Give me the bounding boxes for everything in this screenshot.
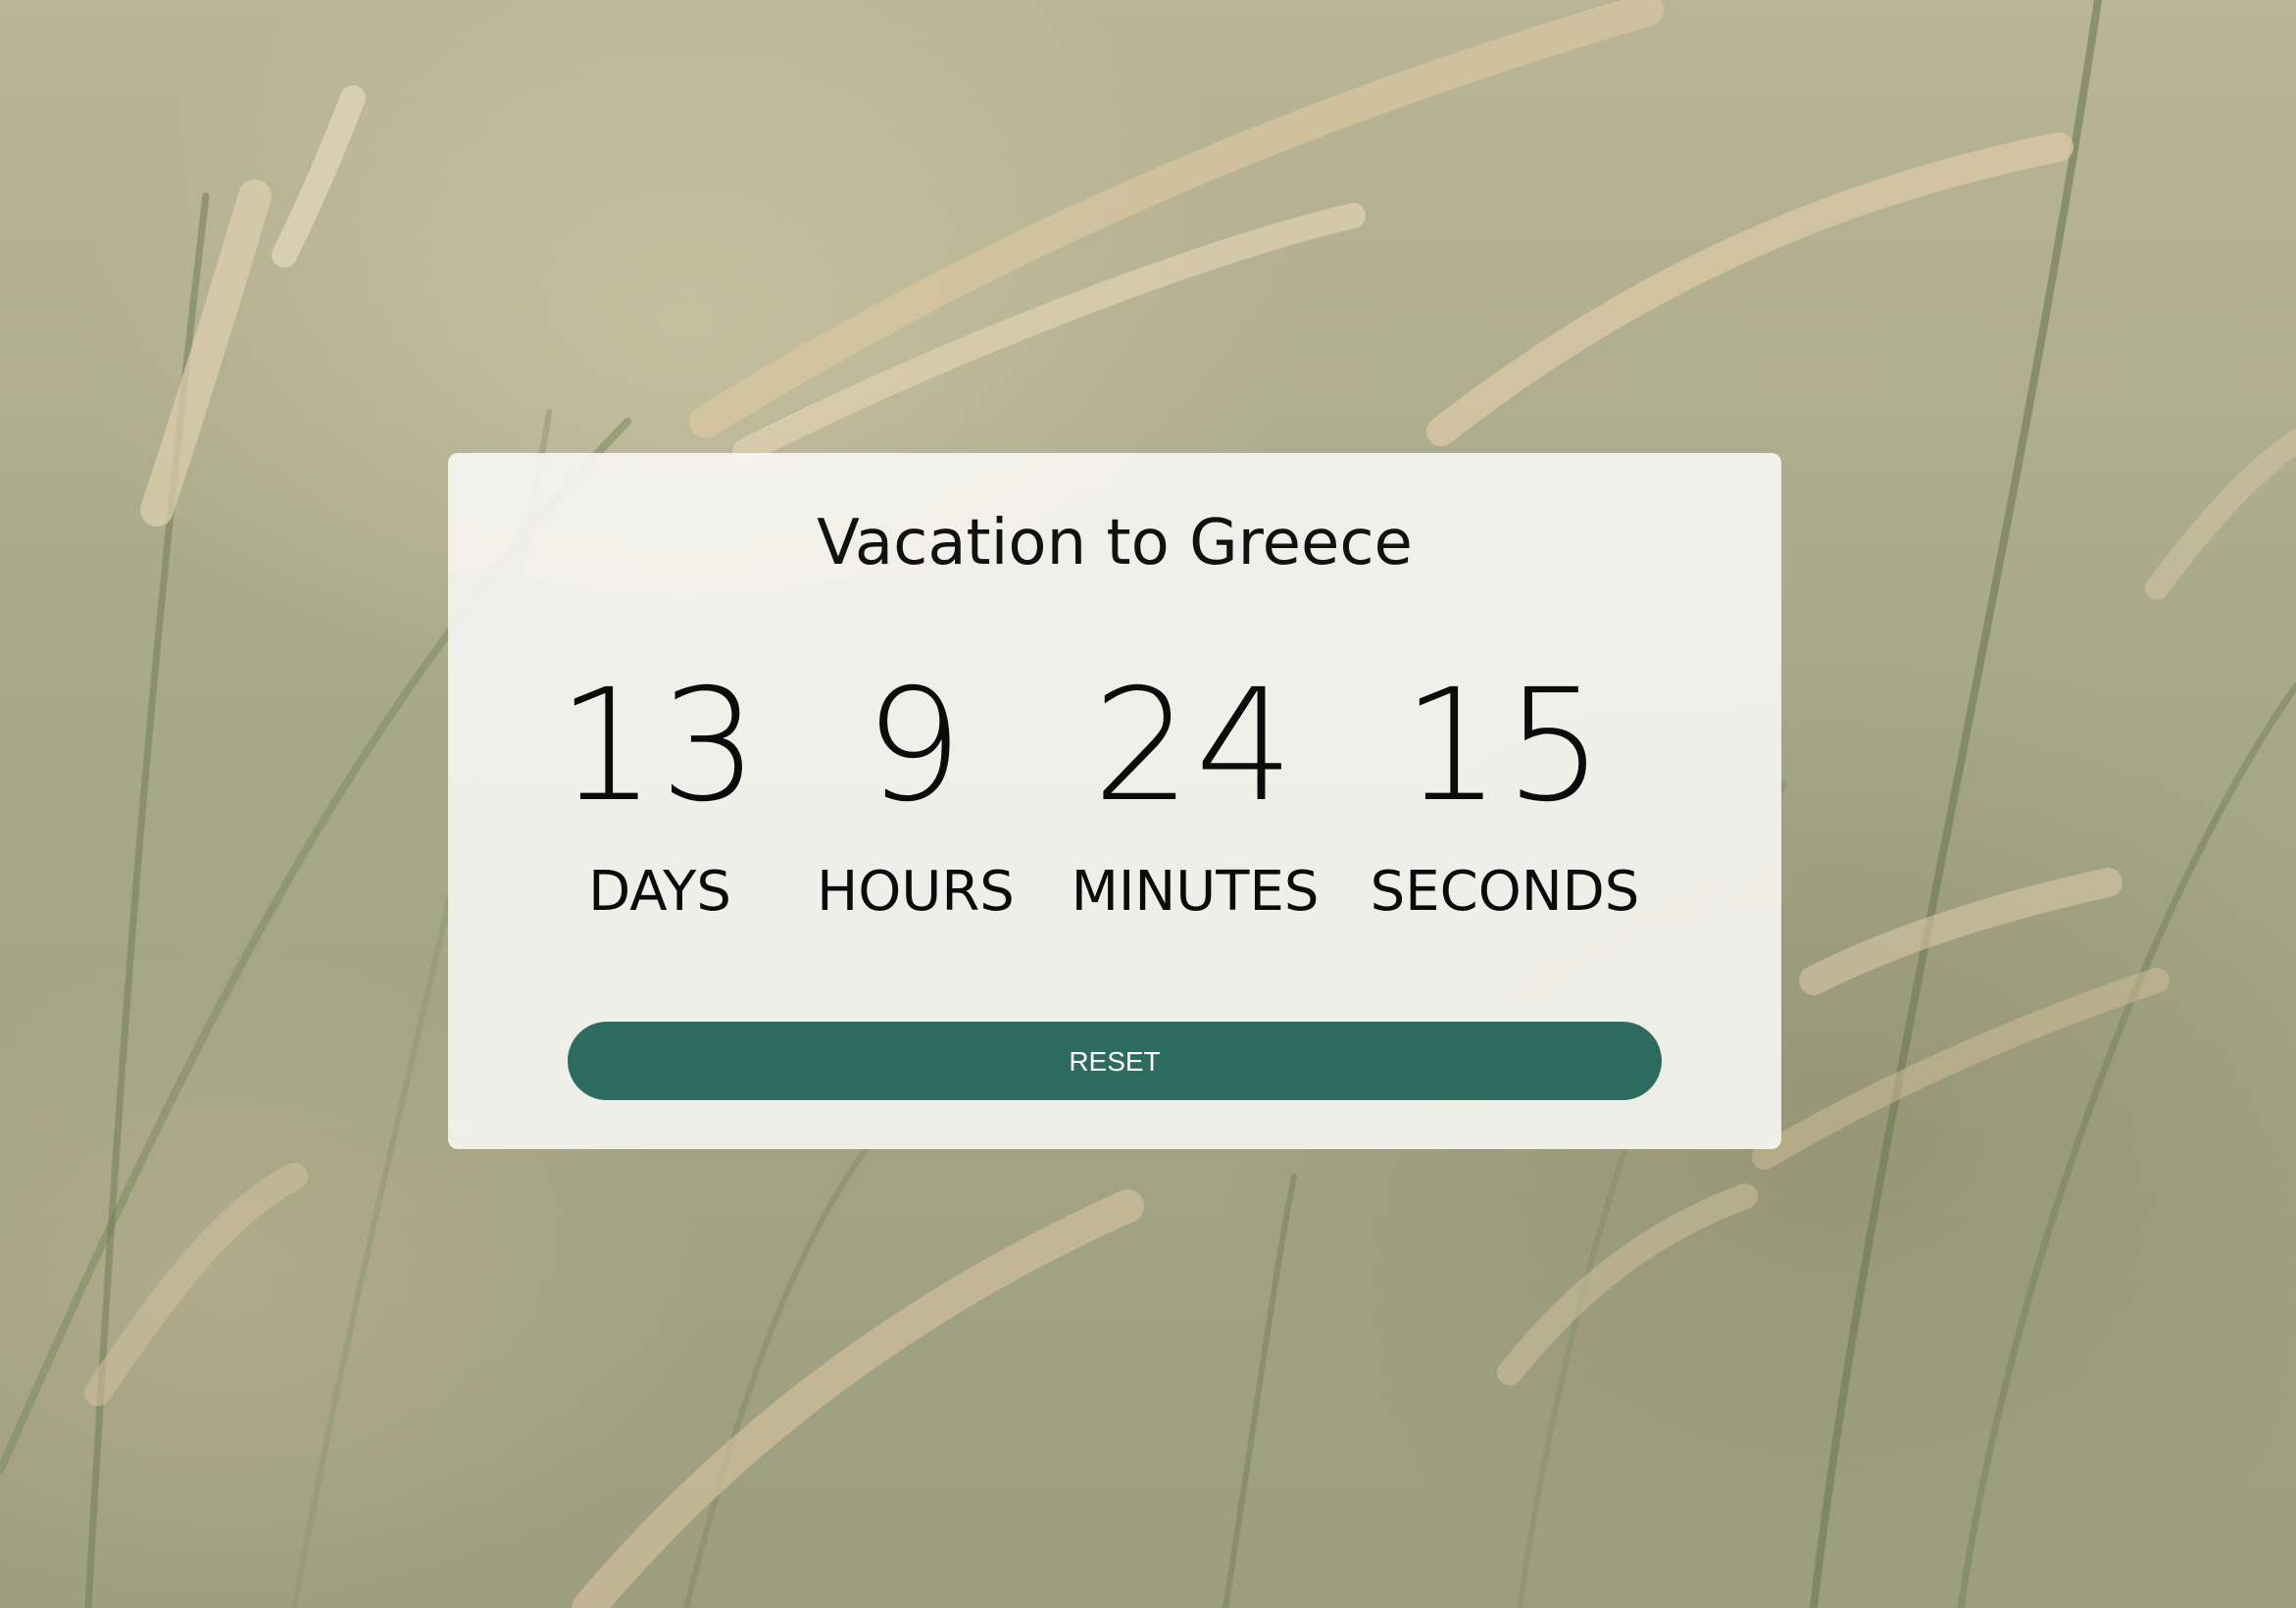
hours-label: HOURS [817, 860, 1015, 924]
hours-unit: 9 HOURS [769, 669, 1063, 920]
seconds-value: 15 [1402, 656, 1608, 836]
countdown-title: Vacation to Greece [817, 507, 1413, 579]
seconds-unit: 15 SECONDS [1358, 669, 1652, 920]
minutes-label: MINUTES [1071, 860, 1320, 924]
days-label: DAYS [588, 860, 731, 924]
days-value: 13 [557, 656, 763, 836]
minutes-value: 24 [1092, 656, 1298, 836]
days-unit: 13 DAYS [513, 669, 807, 920]
seconds-label: SECONDS [1370, 860, 1640, 924]
minutes-unit: 24 MINUTES [1048, 669, 1342, 920]
countdown-card: Vacation to Greece 13 DAYS 9 HOURS 24 MI… [448, 453, 1781, 1149]
hours-value: 9 [864, 656, 968, 836]
reset-button[interactable]: RESET [568, 1022, 1662, 1100]
